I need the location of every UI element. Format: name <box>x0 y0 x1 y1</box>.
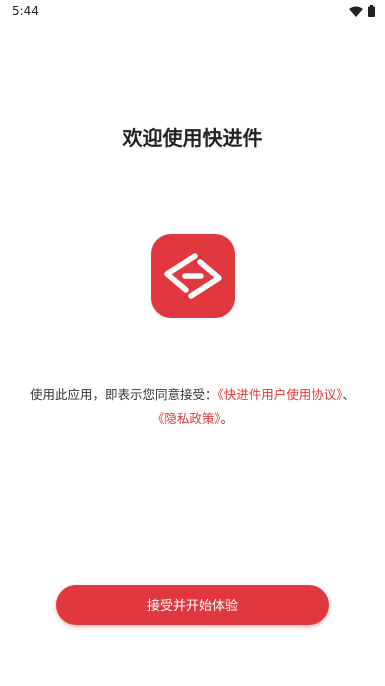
agreement-suffix: 。 <box>220 411 234 426</box>
battery-icon <box>368 5 375 17</box>
privacy-policy-link[interactable]: 《隐私政策》 <box>152 411 221 426</box>
logo-mark <box>164 253 222 299</box>
agreement-text: 使用此应用，即表示您同意接受：《快进件用户使用协议》、 《隐私政策》。 <box>0 383 385 431</box>
user-agreement-link[interactable]: 《快进件用户使用协议》 <box>217 387 342 402</box>
page-title: 欢迎使用快进件 <box>122 126 263 150</box>
accept-button[interactable]: 接受并开始体验 <box>56 585 329 625</box>
app-logo-icon <box>151 234 235 318</box>
wifi-icon <box>349 6 363 17</box>
status-time: 5:44 <box>12 4 39 18</box>
status-bar: 5:44 <box>0 0 385 24</box>
agreement-prefix: 使用此应用，即表示您同意接受： <box>29 387 218 402</box>
agreement-separator: 、 <box>342 387 356 402</box>
status-icons <box>349 5 375 17</box>
